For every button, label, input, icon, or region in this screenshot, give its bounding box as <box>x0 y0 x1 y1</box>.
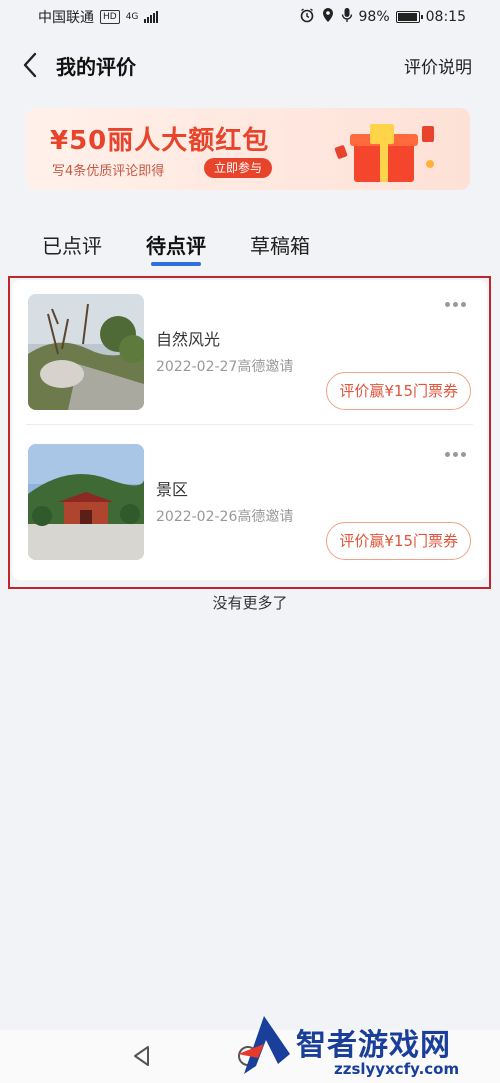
watermark-url: zzslyyxcfy.com <box>334 1060 460 1078</box>
signal-icon <box>144 11 159 23</box>
highlight-outline <box>8 276 491 589</box>
banner-title: ¥50丽人大额红包 <box>50 126 270 156</box>
tab-label: 待点评 <box>146 234 206 258</box>
watermark-title: 智者游戏网 <box>296 1028 451 1063</box>
tab-drafts[interactable]: 草稿箱 <box>250 222 310 259</box>
active-tab-indicator <box>151 262 201 266</box>
battery-percent: 98% <box>358 9 390 25</box>
page-title: 我的评价 <box>56 54 136 79</box>
location-icon <box>321 7 335 27</box>
end-of-list-text: 没有更多了 <box>212 594 288 612</box>
site-watermark: 智者游戏网 zzslyyxcfy.com <box>234 1012 496 1083</box>
review-tabs: 已点评 待点评 草稿箱 <box>0 222 500 272</box>
review-instructions-link[interactable]: 评价说明 <box>404 53 472 78</box>
microphone-icon <box>341 7 353 27</box>
clock-time: 08:15 <box>425 9 466 25</box>
page-header: 我的评价 评价说明 <box>0 40 500 90</box>
header-left: 我的评价 <box>22 51 136 80</box>
status-right: 98% 08:15 <box>299 7 466 27</box>
status-left: 中国联通 HD 4G <box>38 7 159 27</box>
tab-pending[interactable]: 待点评 <box>146 222 206 266</box>
carrier-name: 中国联通 <box>38 10 94 26</box>
join-now-button[interactable]: 立即参与 <box>204 158 273 178</box>
watermark-logo-icon <box>238 1016 290 1074</box>
hd-badge: HD <box>100 10 120 24</box>
battery-fill <box>397 13 418 21</box>
tab-label: 草稿箱 <box>250 234 310 258</box>
battery-icon <box>395 11 423 23</box>
nav-back-icon[interactable] <box>130 1044 154 1068</box>
back-arrow-icon[interactable] <box>22 51 42 79</box>
tab-label: 已点评 <box>42 234 102 258</box>
gift-box-icon <box>334 124 434 182</box>
banner-subtitle: 写4条优质评论即得 <box>52 164 165 179</box>
tab-reviewed[interactable]: 已点评 <box>42 222 102 259</box>
promo-banner[interactable]: ¥50丽人大额红包 写4条优质评论即得 立即参与 <box>26 108 470 190</box>
status-bar: 中国联通 HD 4G 98% 08:15 <box>0 0 500 34</box>
alarm-icon <box>299 7 315 27</box>
network-type: 4G <box>125 12 139 22</box>
